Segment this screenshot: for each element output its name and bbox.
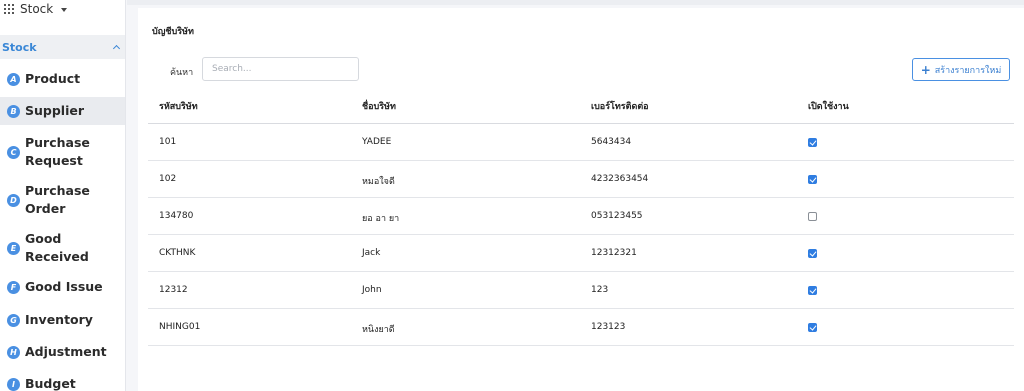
plus-icon: + <box>920 62 931 77</box>
cell-phone: 053123455 <box>591 211 643 221</box>
sidebar-item-inventory[interactable]: G Inventory <box>0 310 125 330</box>
good-issue-icon: F <box>7 280 20 294</box>
table-body: 101 YADEE 5643434 102 หมอใจดี 4232363454 13478… <box>148 124 1014 346</box>
sidebar: Stock Stock A Product B Supplier C Purch… <box>0 0 126 391</box>
cell-code: 134780 <box>159 211 194 221</box>
cell-name: YADEE <box>362 137 392 147</box>
cell-name: หมอใจดี <box>362 177 395 187</box>
sidebar-item-good-received[interactable]: E Good Received <box>0 229 125 267</box>
sidebar-item-adjustment[interactable]: H Adjustment <box>0 342 125 362</box>
cell-phone: 12312321 <box>591 248 637 258</box>
apps-grid-icon <box>4 4 14 14</box>
caret-down-icon <box>61 7 68 12</box>
budget-icon: I <box>7 377 20 391</box>
table-row[interactable]: 102 หมอใจดี 4232363454 <box>148 161 1014 198</box>
enabled-checkbox[interactable] <box>808 175 817 184</box>
app-root: Stock Stock A Product B Supplier C Purch… <box>0 0 1024 391</box>
sidebar-item-product[interactable]: A Product <box>0 69 125 89</box>
create-new-label: สร้างรายการใหม่ <box>934 65 1002 76</box>
cell-code: 102 <box>159 174 177 184</box>
enabled-checkbox[interactable] <box>808 138 817 147</box>
table-header: รหัสบริษัท ชื่อบริษัท เบอร์โทรติดต่อ เปิ… <box>148 86 1014 124</box>
sidebar-item-good-issue[interactable]: F Good Issue <box>0 277 125 297</box>
create-new-button[interactable]: + สร้างรายการใหม่ <box>912 58 1010 81</box>
sidebar-item-label: Supplier <box>25 103 85 118</box>
supplier-table: รหัสบริษัท ชื่อบริษัท เบอร์โทรติดต่อ เปิ… <box>148 86 1014 346</box>
cell-phone: 123 <box>591 285 609 295</box>
sidebar-item-label: Budget <box>25 376 76 391</box>
cell-phone: 123123 <box>591 322 626 332</box>
purchase-order-icon: D <box>7 193 20 207</box>
chevron-up-icon <box>112 44 121 53</box>
main-card: บัญชีบริษัท ค้นหา + สร้างรายการใหม่ รหัส… <box>138 8 1024 391</box>
cell-code: CKTHNK <box>159 248 196 258</box>
sidebar-item-supplier[interactable]: B Supplier <box>0 97 125 125</box>
sidebar-section-title: Stock <box>2 40 37 54</box>
app-switcher-label: Stock <box>20 2 54 16</box>
table-row[interactable]: 134780 ยอ อา ยา 053123455 <box>148 198 1014 235</box>
purchase-request-icon: C <box>7 145 20 159</box>
page-title: บัญชีบริษัท <box>152 27 194 37</box>
cell-code: 101 <box>159 137 177 147</box>
product-icon: A <box>7 72 20 86</box>
supplier-icon: B <box>7 104 20 118</box>
sidebar-item-label: Purchase Request <box>25 135 90 168</box>
enabled-checkbox[interactable] <box>808 286 817 295</box>
cell-name: John <box>362 285 382 295</box>
sidebar-item-label: Product <box>25 71 81 86</box>
column-header-name[interactable]: ชื่อบริษัท <box>362 99 396 113</box>
cell-phone: 5643434 <box>591 137 632 147</box>
column-header-enabled[interactable]: เปิดใช้งาน <box>808 99 849 113</box>
sidebar-section-stock[interactable]: Stock <box>0 35 125 59</box>
cell-name: Jack <box>362 248 381 258</box>
sidebar-item-label: Good Issue <box>25 279 103 294</box>
sidebar-item-budget[interactable]: I Budget <box>0 374 125 391</box>
cell-name: หนิงยาดี <box>362 325 395 335</box>
enabled-checkbox[interactable] <box>808 323 817 332</box>
sidebar-item-label: Adjustment <box>25 344 107 359</box>
cell-name: ยอ อา ยา <box>362 214 400 224</box>
cell-code: 12312 <box>159 285 188 295</box>
search-input[interactable] <box>202 57 359 81</box>
enabled-checkbox[interactable] <box>808 212 817 221</box>
top-strip <box>127 0 1024 5</box>
table-row[interactable]: NHING01 หนิงยาดี 123123 <box>148 309 1014 346</box>
column-header-code[interactable]: รหัสบริษัท <box>159 99 198 113</box>
search-label: ค้นหา <box>170 68 194 78</box>
enabled-checkbox[interactable] <box>808 249 817 258</box>
sidebar-item-label: Purchase Order <box>25 183 90 216</box>
table-row[interactable]: 101 YADEE 5643434 <box>148 124 1014 161</box>
cell-code: NHING01 <box>159 322 201 332</box>
column-header-phone[interactable]: เบอร์โทรติดต่อ <box>591 99 649 113</box>
adjustment-icon: H <box>7 345 20 359</box>
sidebar-item-label: Inventory <box>25 312 93 327</box>
table-row[interactable]: 12312 John 123 <box>148 272 1014 309</box>
cell-phone: 4232363454 <box>591 174 649 184</box>
good-received-icon: E <box>7 241 20 255</box>
sidebar-item-label: Good Received <box>25 231 89 264</box>
sidebar-item-purchase-order[interactable]: D Purchase Order <box>0 181 125 219</box>
app-switcher[interactable]: Stock <box>4 1 68 17</box>
table-row[interactable]: CKTHNK Jack 12312321 <box>148 235 1014 272</box>
sidebar-item-purchase-request[interactable]: C Purchase Request <box>0 133 125 171</box>
inventory-icon: G <box>7 313 20 327</box>
